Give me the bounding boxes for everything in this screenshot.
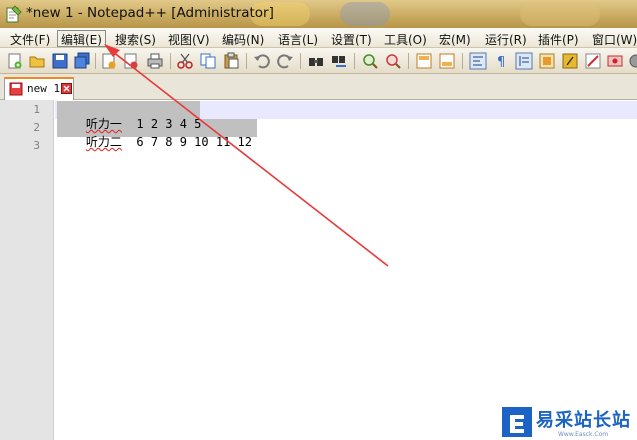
zoom-out-icon[interactable] (384, 52, 402, 70)
code-line[interactable]: 听力二 6 7 8 9 10 11 12 (57, 119, 252, 149)
find-icon[interactable] (307, 52, 325, 70)
record-macro-icon[interactable] (606, 52, 624, 70)
replace-icon[interactable] (330, 52, 348, 70)
zoom-in-icon[interactable] (361, 52, 379, 70)
watermark: 易采站长站 Www.Easck.Com (502, 405, 637, 440)
toolbar-separator (170, 53, 171, 69)
line-number-gutter: 1 2 3 (0, 100, 54, 440)
redo-icon[interactable] (276, 52, 294, 70)
menu-search[interactable]: 搜索(S) (111, 30, 160, 47)
new-file-icon[interactable] (6, 52, 24, 70)
line-number: 3 (33, 139, 40, 152)
menu-plugins[interactable]: 插件(P) (534, 30, 583, 47)
toolbar-separator (95, 53, 96, 69)
word-wrap-icon[interactable] (469, 52, 487, 70)
show-all-chars-icon[interactable]: ¶ (492, 52, 510, 70)
cut-icon[interactable] (176, 52, 194, 70)
line-values: 6 7 8 9 10 11 12 (136, 135, 252, 149)
menu-encoding[interactable]: 编码(N) (218, 30, 268, 47)
menu-settings[interactable]: 设置(T) (327, 30, 376, 47)
toolbar-separator (408, 53, 409, 69)
menu-file[interactable]: 文件(F) (6, 30, 54, 47)
function-list-icon[interactable] (561, 52, 579, 70)
open-file-icon[interactable] (28, 52, 46, 70)
watermark-subtext: Www.Easck.Com (558, 431, 609, 438)
notepad-plus-plus-icon (6, 5, 22, 23)
toolbar-separator (354, 53, 355, 69)
window-title: *new 1 - Notepad++ [Administrator] (26, 5, 274, 21)
close-icon[interactable] (100, 52, 118, 70)
menu-run[interactable]: 运行(R) (481, 30, 531, 47)
undo-icon[interactable] (253, 52, 271, 70)
code-line[interactable]: 听力一 1 2 3 4 5 (57, 101, 202, 131)
sync-horizontal-icon[interactable] (438, 52, 456, 70)
menu-macro[interactable]: 宏(M) (435, 30, 475, 47)
toolbar-separator (462, 53, 463, 69)
print-icon[interactable] (146, 52, 164, 70)
menu-tools[interactable]: 工具(O) (380, 30, 431, 47)
menu-edit[interactable]: 编辑(E) (57, 30, 106, 47)
watermark-text: 易采站长站 (536, 410, 631, 431)
code-line[interactable] (57, 137, 86, 155)
tab-new-1[interactable]: new 1 (4, 77, 74, 100)
save-all-icon[interactable] (73, 52, 91, 70)
menu-language[interactable]: 语言(L) (274, 30, 322, 47)
sync-vertical-icon[interactable] (415, 52, 433, 70)
paste-icon[interactable] (222, 52, 240, 70)
copy-icon[interactable] (199, 52, 217, 70)
tab-label: new 1 (27, 82, 61, 95)
line-label: 听力二 (85, 135, 122, 149)
line-number: 1 (33, 103, 40, 116)
tab-bar: new 1 (0, 74, 637, 100)
menu-view[interactable]: 视图(V) (164, 30, 214, 47)
svg-text:¶: ¶ (497, 55, 505, 70)
doc-map-icon[interactable] (538, 52, 556, 70)
toolbar-separator (246, 53, 247, 69)
toolbar-separator (300, 53, 301, 69)
menu-bar: 文件(F) 编辑(E) 搜索(S) 视图(V) 编码(N) 语言(L) 设置(T… (0, 28, 637, 48)
close-all-icon[interactable] (122, 52, 140, 70)
close-tab-icon[interactable] (61, 83, 72, 94)
site-logo-icon (502, 407, 532, 437)
menu-window[interactable]: 窗口(W) (588, 30, 637, 47)
save-icon[interactable] (51, 52, 69, 70)
unsaved-file-icon (9, 82, 23, 96)
taskbar-blur (340, 2, 390, 26)
stop-record-icon[interactable] (627, 52, 637, 70)
folder-workspace-icon[interactable] (584, 52, 602, 70)
editor-area[interactable]: 1 2 3 听力一 1 2 3 4 5 听力二 6 7 8 9 10 11 12 (0, 100, 637, 440)
indent-guide-icon[interactable] (515, 52, 533, 70)
title-bar: *new 1 - Notepad++ [Administrator] (0, 0, 637, 28)
taskbar-blur (520, 2, 600, 26)
toolbar: ¶ (0, 48, 637, 74)
line-number: 2 (33, 121, 40, 134)
